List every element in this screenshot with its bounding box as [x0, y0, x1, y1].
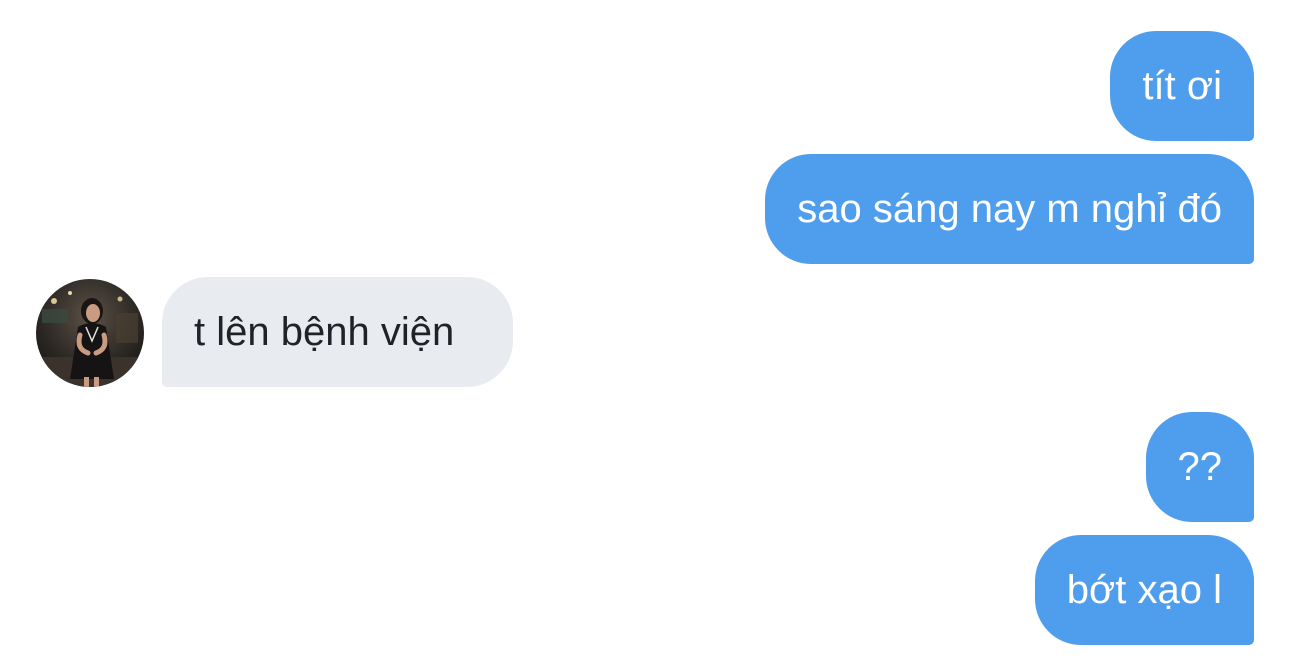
message-text: sao sáng nay m nghỉ đó: [797, 187, 1222, 231]
contact-avatar[interactable]: [36, 279, 144, 387]
message-text: tít ơi: [1142, 64, 1222, 108]
outgoing-message-bubble[interactable]: sao sáng nay m nghỉ đó: [765, 154, 1254, 264]
outgoing-message-bubble[interactable]: tít ơi: [1110, 31, 1254, 141]
avatar-photo-icon: [36, 279, 144, 387]
message-text: bớt xạo l: [1066, 568, 1222, 612]
incoming-message-bubble[interactable]: t lên bệnh viện: [162, 277, 513, 387]
message-text: ??: [1177, 445, 1223, 489]
outgoing-message-bubble[interactable]: bớt xạo l: [1034, 535, 1254, 645]
chat-thread: tít ơi sao sáng nay m nghỉ đó t lên bệnh…: [0, 0, 1290, 672]
outgoing-message-bubble[interactable]: ??: [1145, 412, 1254, 522]
message-text: t lên bệnh viện: [194, 310, 455, 354]
